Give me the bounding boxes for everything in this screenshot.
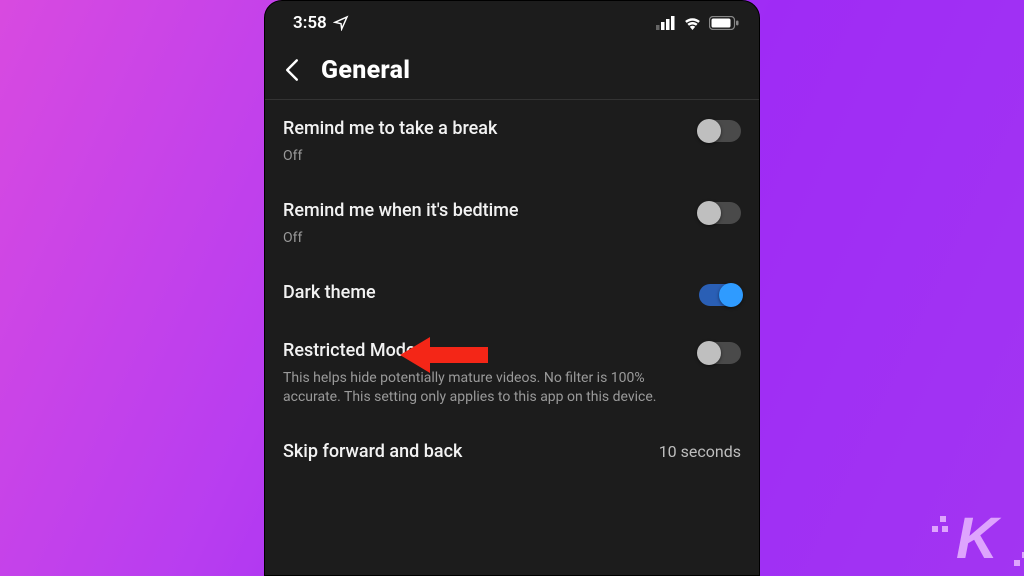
status-bar-right [656, 16, 739, 30]
row-label: Skip forward and back [283, 441, 645, 462]
wifi-icon [683, 16, 702, 30]
row-label: Dark theme [283, 282, 685, 303]
toggle-restricted-mode[interactable] [699, 342, 741, 364]
cell-signal-icon [656, 16, 676, 30]
row-skip-forward-back[interactable]: Skip forward and back 10 seconds [283, 423, 741, 478]
row-dark-theme[interactable]: Dark theme [283, 264, 741, 322]
row-remind-bedtime[interactable]: Remind me when it's bedtime Off [283, 182, 741, 264]
title-bar: General [265, 45, 759, 100]
toggle-remind-bedtime[interactable] [699, 202, 741, 224]
row-label: Restricted Mode [283, 340, 685, 361]
chevron-left-icon [284, 58, 300, 82]
row-label: Remind me to take a break [283, 118, 685, 139]
row-remind-break[interactable]: Remind me to take a break Off [283, 100, 741, 182]
row-label: Remind me when it's bedtime [283, 200, 685, 221]
page-title: General [321, 56, 410, 85]
status-bar-left: 3:58 [293, 13, 349, 33]
toggle-remind-break[interactable] [699, 120, 741, 142]
phone-frame: 3:58 [264, 0, 760, 576]
toggle-dark-theme[interactable] [699, 284, 741, 306]
status-bar: 3:58 [265, 1, 759, 45]
row-subtext: This helps hide potentially mature video… [283, 369, 685, 407]
back-button[interactable] [277, 55, 307, 85]
row-value: 10 seconds [659, 442, 741, 461]
row-restricted-mode[interactable]: Restricted Mode This helps hide potentia… [283, 322, 741, 423]
location-arrow-icon [333, 15, 349, 31]
row-subtext: Off [283, 147, 685, 166]
status-time: 3:58 [293, 13, 327, 33]
svg-text:K: K [956, 506, 1002, 570]
settings-list: Remind me to take a break Off Remind me … [265, 100, 759, 478]
row-subtext: Off [283, 229, 685, 248]
watermark-logo: K [932, 498, 1024, 570]
battery-icon [709, 16, 739, 30]
